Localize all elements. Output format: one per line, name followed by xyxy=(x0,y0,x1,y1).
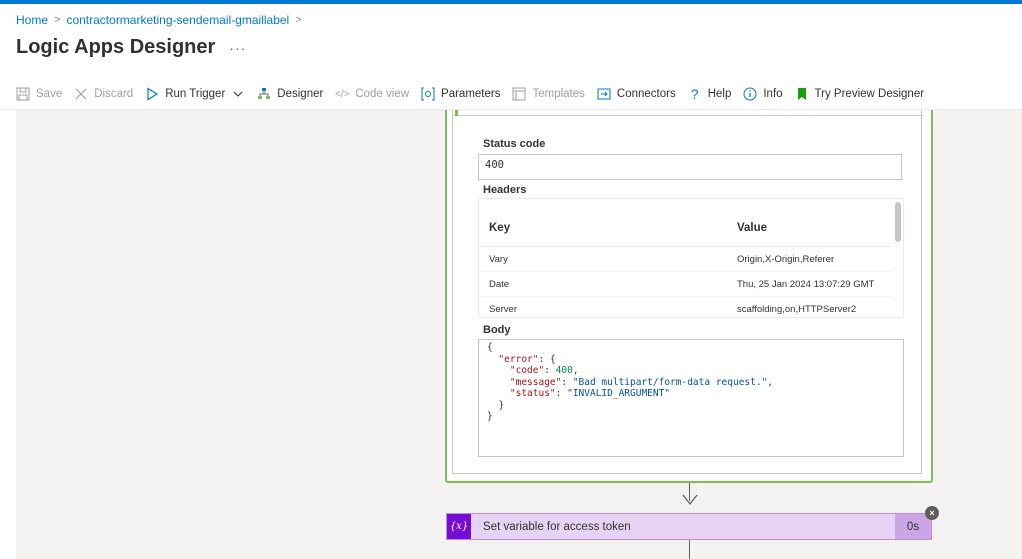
json-number: 400 xyxy=(555,365,573,376)
connectors-icon xyxy=(597,87,611,101)
table-row: Date Thu, 25 Jan 2024 13:07:29 GMT xyxy=(479,272,891,297)
save-button[interactable]: Save xyxy=(16,87,62,101)
http-action-card: Status code 400 Headers Key Value Vary O… xyxy=(445,110,933,483)
json-key: "status" xyxy=(509,388,556,399)
designer-toolbar: Save Discard Run Trigger Designer </> Co… xyxy=(16,84,936,104)
body-label: Body xyxy=(483,324,511,336)
parameters-label: Parameters xyxy=(441,88,501,100)
breadcrumb-separator: > xyxy=(54,14,61,26)
header-value: Origin,X-Origin,Referer xyxy=(737,253,835,265)
info-button[interactable]: Info xyxy=(743,87,783,101)
arrow-down-icon xyxy=(682,494,698,506)
bookmark-icon xyxy=(795,87,809,101)
status-code-value: 400 xyxy=(478,154,902,180)
breadcrumb-home[interactable]: Home xyxy=(16,13,48,27)
headers-scrollbar[interactable] xyxy=(895,202,901,314)
discard-button[interactable]: Discard xyxy=(74,87,133,101)
breadcrumb-separator: > xyxy=(295,14,302,26)
header-key: Date xyxy=(489,278,510,290)
info-icon xyxy=(743,87,757,101)
headers-table: Key Value Vary Origin,X-Origin,Referer D… xyxy=(478,198,904,318)
chevron-down-icon xyxy=(231,87,245,101)
headers-label: Headers xyxy=(483,184,527,196)
parameters-icon xyxy=(421,87,435,101)
connectors-button[interactable]: Connectors xyxy=(597,87,676,101)
breadcrumb: Home > contractormarketing-sendemail-gma… xyxy=(16,13,302,27)
body-json-viewer: { "error": { "code": 400, "message": "Ba… xyxy=(478,339,904,457)
designer-label: Designer xyxy=(277,88,324,100)
step-duration: 0s xyxy=(895,514,931,539)
variable-icon: {x} xyxy=(447,514,471,539)
step-title: Set variable for access token xyxy=(483,520,631,533)
designer-canvas[interactable]: Status code 400 Headers Key Value Vary O… xyxy=(16,110,1022,559)
page-title: Logic Apps Designer xyxy=(16,36,216,58)
help-label: Help xyxy=(707,88,732,100)
play-icon xyxy=(145,87,159,101)
json-key: "error" xyxy=(498,353,539,365)
top-accent-bar xyxy=(0,0,1022,4)
header-value: scaffolding,on,HTTPServer2 xyxy=(737,303,857,315)
run-trigger-button[interactable]: Run Trigger xyxy=(145,87,245,101)
designer-icon xyxy=(257,87,271,101)
more-options-button[interactable]: ··· xyxy=(229,40,246,56)
headers-header-row: Key Value xyxy=(479,199,891,247)
set-variable-step[interactable]: {x} Set variable for access token 0s × xyxy=(446,506,939,540)
headers-col-value: Value xyxy=(737,221,768,234)
templates-button[interactable]: Templates xyxy=(512,87,585,101)
close-icon[interactable]: × xyxy=(925,506,939,520)
status-code-label: Status code xyxy=(483,138,546,150)
info-label: Info xyxy=(763,88,783,100)
close-icon xyxy=(74,87,88,101)
header-key: Vary xyxy=(489,253,508,265)
header-key: Server xyxy=(489,303,517,315)
save-icon xyxy=(16,87,30,101)
save-label: Save xyxy=(36,88,63,100)
flow-connector xyxy=(689,540,690,559)
code-view-button[interactable]: </> Code view xyxy=(335,87,409,101)
breadcrumb-app[interactable]: contractormarketing-sendemail-gmaillabel xyxy=(66,13,289,27)
json-key: "code" xyxy=(509,365,545,376)
help-icon: ? xyxy=(690,86,699,102)
templates-icon xyxy=(512,87,526,101)
header-value: Thu, 25 Jan 2024 13:07:29 GMT xyxy=(737,278,875,290)
table-row: Server scaffolding,on,HTTPServer2 xyxy=(479,297,891,317)
try-preview-designer-button[interactable]: Try Preview Designer xyxy=(795,87,925,101)
scrollbar-thumb[interactable] xyxy=(895,202,901,242)
code-view-label: Code view xyxy=(355,88,410,100)
json-string: "Bad multipart/form-data request." xyxy=(572,376,768,388)
connectors-label: Connectors xyxy=(616,88,676,100)
json-string: "INVALID_ARGUMENT" xyxy=(567,388,671,399)
discard-label: Discard xyxy=(94,88,134,100)
parameters-button[interactable]: Parameters xyxy=(421,87,500,101)
code-icon: </> xyxy=(335,88,350,100)
templates-label: Templates xyxy=(532,88,585,100)
action-output-panel: Status code 400 Headers Key Value Vary O… xyxy=(452,110,923,474)
run-trigger-label: Run Trigger xyxy=(165,88,226,100)
table-row: Vary Origin,X-Origin,Referer xyxy=(479,247,891,272)
try-preview-label: Try Preview Designer xyxy=(814,88,925,100)
headers-col-key: Key xyxy=(489,221,511,234)
help-button[interactable]: ? Help xyxy=(688,86,732,102)
designer-button[interactable]: Designer xyxy=(257,87,323,101)
json-key: "message" xyxy=(509,376,562,388)
